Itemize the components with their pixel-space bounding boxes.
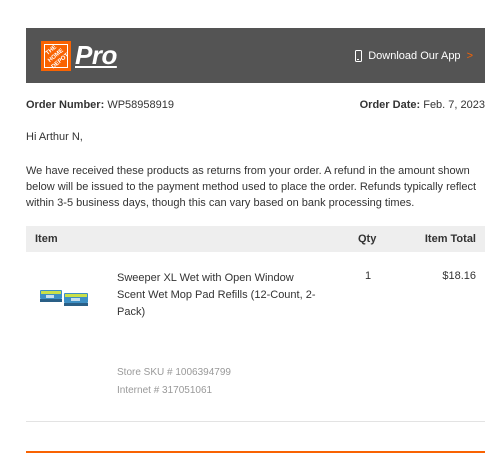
order-date-label: Order Date: <box>359 99 421 111</box>
column-item: Item <box>35 233 58 245</box>
chevron-right-icon: > <box>466 49 473 62</box>
return-message: We have received these products as retur… <box>26 165 477 209</box>
product-qty: 1 <box>365 270 372 282</box>
order-date: Order Date: Feb. 7, 2023 <box>360 99 485 111</box>
column-item-total: Item Total <box>424 233 476 245</box>
order-number: Order Number: WP58958919 <box>26 99 174 111</box>
items-table-header: Item Qty Item Total <box>26 226 485 252</box>
email-header: THE HOME DEPOT Pro Download Our App > <box>26 28 485 83</box>
order-date-value: Feb. 7, 2023 <box>423 99 485 111</box>
product-total: $18.16 <box>442 270 476 282</box>
store-sku: Store SKU # 1006394799 <box>117 367 231 378</box>
internet-number: Internet # 317051061 <box>117 385 213 396</box>
mobile-phone-icon <box>355 49 363 62</box>
divider <box>26 421 485 422</box>
order-number-value: WP58958919 <box>107 99 174 111</box>
product-image[interactable] <box>38 286 90 308</box>
column-qty: Qty <box>358 233 377 245</box>
home-depot-pro-logo[interactable]: THE HOME DEPOT Pro <box>41 40 117 71</box>
logo-lettering: THE HOME DEPOT <box>44 43 71 70</box>
greeting: Hi Arthur N, <box>26 131 83 143</box>
pro-label: Pro <box>75 40 117 70</box>
email-body: THE HOME DEPOT Pro Download Our App > Or… <box>26 28 485 453</box>
home-depot-logo-icon: THE HOME DEPOT <box>41 40 71 71</box>
order-number-label: Order Number: <box>26 99 105 111</box>
product-name-link[interactable]: Sweeper XL Wet with Open Window Scent We… <box>117 270 317 321</box>
order-info: Order Number: WP58958919 Order Date: Feb… <box>26 99 485 111</box>
download-app-label: Download Our App <box>368 49 461 62</box>
download-app-link[interactable]: Download Our App > <box>355 49 473 62</box>
